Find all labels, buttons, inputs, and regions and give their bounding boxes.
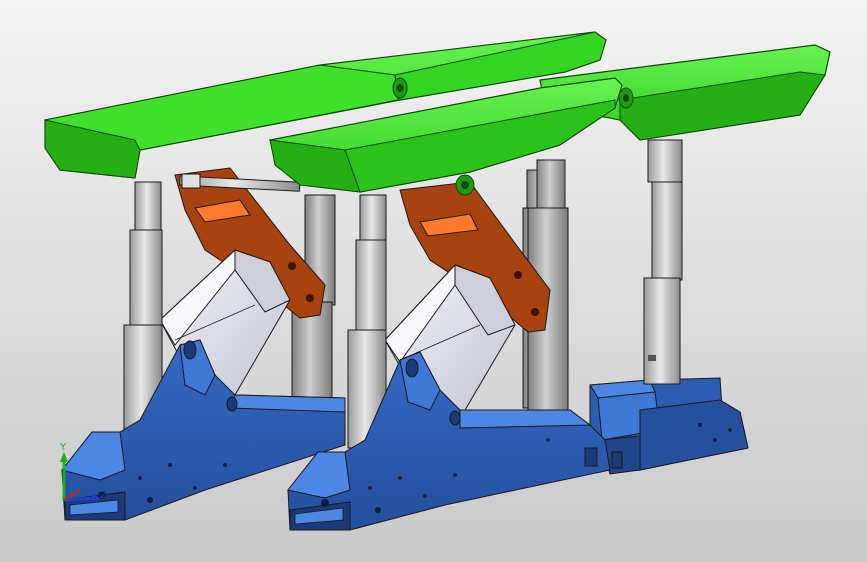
- triad-z-label: Z: [100, 490, 107, 501]
- cad-viewport[interactable]: Y Z: [0, 0, 867, 562]
- triad-y-label: Y: [59, 442, 67, 453]
- assembly-drawing: Y Z: [0, 0, 867, 562]
